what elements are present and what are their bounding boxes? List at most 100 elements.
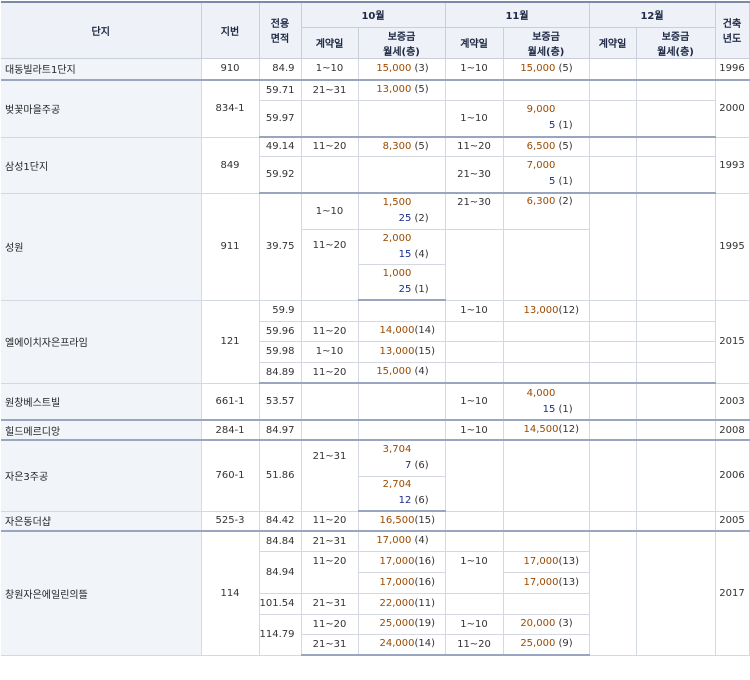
monthly-rent-value: 25 — [398, 213, 412, 225]
table-cell — [301, 300, 359, 322]
contract-day: 11~20 — [301, 551, 359, 594]
table-cell — [589, 440, 637, 512]
area: 59.71 — [259, 80, 302, 101]
lot-number: 834-1 — [201, 80, 260, 138]
deposit: 17,000 (4) — [358, 531, 446, 552]
area: 59.92 — [259, 156, 302, 194]
table-cell — [589, 511, 637, 532]
contract-day: 1~10 — [445, 383, 504, 421]
table-row: 엘에이치자은프라임 121 59.9 1~10 13,000(12) 2015 — [1, 300, 750, 384]
header-deposit: 보증금 월세(층) — [358, 27, 446, 59]
table-cell — [589, 341, 637, 363]
table-cell — [301, 100, 359, 138]
built-year: 2005 — [715, 511, 750, 532]
table-cell — [636, 511, 716, 532]
monthly-rent-value: 25 — [398, 283, 412, 295]
deposit-value: 3,704 — [382, 444, 412, 456]
table-row: 자은동더샵 525-3 84.42 11~20 16,500(15) 2005 — [1, 511, 750, 532]
table-cell — [636, 156, 716, 194]
deposit: 6,500 (5) — [503, 137, 590, 157]
table-row: 대동빌라트1단지 910 84.9 1~10 15,000 (3) 1~10 1… — [1, 58, 750, 81]
floor-value: (9) — [558, 638, 573, 650]
table-cell — [636, 440, 716, 512]
floor-value: (3) — [558, 618, 573, 629]
complex-name: 창원자은에일린의뜰 — [1, 531, 202, 656]
table-cell — [301, 383, 359, 421]
deposit-value: 24,000 — [379, 638, 415, 650]
deposit-value: 14,000 — [379, 325, 415, 336]
table-cell — [636, 100, 716, 138]
floor-value: (19) — [414, 618, 436, 629]
floor-value: (6) — [414, 460, 429, 472]
table-cell — [589, 420, 637, 441]
deposit-value: 25,000 — [520, 638, 556, 650]
table-cell — [589, 362, 637, 384]
table-cell — [445, 321, 504, 342]
deposit-value: 2,000 — [382, 232, 412, 244]
table-cell — [358, 420, 446, 441]
built-year: 1996 — [715, 58, 750, 81]
contract-day: 21~31 — [301, 593, 359, 615]
built-year: 1995 — [715, 193, 750, 301]
deposit-value: 1,500 — [382, 197, 412, 209]
table-cell — [301, 420, 359, 441]
deposit-value: 13,000 — [376, 84, 412, 96]
deposit-value: 15,000 — [376, 62, 412, 74]
contract-day: 11~20 — [301, 511, 359, 532]
table-cell — [636, 531, 716, 656]
monthly-rent-value: 5 — [548, 120, 556, 132]
deposit-value: 17,000 — [379, 555, 415, 567]
contract-day: 1~10 — [301, 341, 359, 363]
lot-number: 525-3 — [201, 511, 260, 532]
lot-number: 121 — [201, 300, 260, 384]
area: 59.97 — [259, 100, 302, 138]
table-row: 원창베스트빌 661-1 53.57 1~10 4,000 15 (1) 200… — [1, 383, 750, 421]
table-cell — [589, 193, 637, 301]
contract-day: 1~10 — [445, 614, 504, 635]
header-lot: 지번 — [201, 1, 260, 59]
contract-day: 11~20 — [445, 634, 504, 656]
table-row: 힐드메르디앙 284-1 84.97 1~10 14,500(12) 2008 — [1, 420, 750, 441]
table-row: 창원자은에일린의뜰 114 84.84 21~31 17,000 (4) 201… — [1, 531, 750, 656]
floor-value: (1) — [414, 283, 429, 295]
table-cell — [445, 593, 504, 615]
floor-value: (1) — [558, 403, 573, 415]
deposit: 2,704 12 (6) — [358, 476, 446, 512]
table-cell — [358, 383, 446, 421]
floor-value: (15) — [414, 515, 436, 526]
complex-name: 대동빌라트1단지 — [1, 58, 202, 81]
area: 84.94 — [259, 551, 302, 594]
deposit: 6,300 (2) — [503, 193, 590, 230]
table-row: 삼성1단지 849 49.14 11~20 8,300 (5) 11~20 6,… — [1, 137, 750, 194]
deposit: 22,000(11) — [358, 593, 446, 615]
area: 84.42 — [259, 511, 302, 532]
contract-day: 1~10 — [445, 58, 504, 81]
deposit-value: 16,500 — [379, 515, 415, 526]
built-year: 2008 — [715, 420, 750, 441]
complex-name: 엘에이치자은프라임 — [1, 300, 202, 384]
complex-name: 힐드메르디앙 — [1, 420, 202, 441]
table-row: 성원 911 39.75 1~10 1,500 25 (2) 21~30 6,3… — [1, 193, 750, 301]
deposit: 13,000(12) — [503, 300, 590, 322]
floor-value: (11) — [414, 597, 436, 609]
deposit-value: 20,000 — [520, 618, 556, 629]
deposit: 17,000(13) — [503, 551, 590, 573]
table-cell — [358, 156, 446, 194]
deposit: 15,000 (4) — [358, 362, 446, 384]
floor-value: (15) — [414, 345, 436, 357]
floor-value: (3) — [414, 62, 429, 74]
deposit: 15,000 (3) — [358, 58, 446, 81]
floor-value: (14) — [414, 325, 436, 336]
built-year: 2003 — [715, 383, 750, 421]
area: 49.14 — [259, 137, 302, 157]
table-cell — [636, 193, 716, 301]
complex-name: 성원 — [1, 193, 202, 301]
deposit: 25,000 (9) — [503, 634, 590, 656]
table-cell — [636, 341, 716, 363]
deposit: 17,000(13) — [503, 572, 590, 594]
header-month-dec: 12월 — [589, 1, 716, 28]
built-year: 2000 — [715, 80, 750, 138]
lot-number: 284-1 — [201, 420, 260, 441]
table-cell — [636, 362, 716, 384]
built-year: 2015 — [715, 300, 750, 384]
